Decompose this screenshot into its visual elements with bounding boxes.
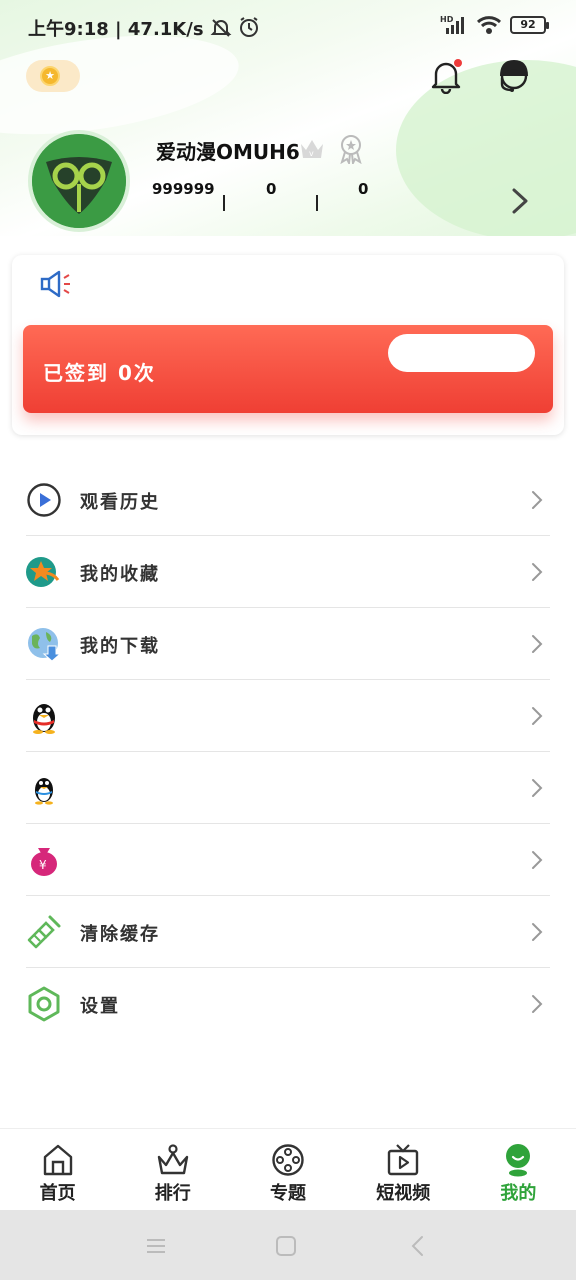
menu-item-label: 清除缓存 — [80, 924, 160, 945]
stat-value-2: 0 — [266, 180, 277, 198]
medal-icon[interactable] — [338, 134, 364, 164]
svg-text:¥: ¥ — [39, 858, 47, 872]
menu-item-downloads[interactable]: 我的下载 — [26, 608, 550, 680]
svg-text:v: v — [309, 149, 314, 158]
menu-item-qq-2[interactable] — [26, 752, 550, 824]
tab-short-video[interactable]: 短视频 — [346, 1129, 461, 1210]
chevron-right-icon — [532, 707, 543, 725]
chevron-right-icon — [532, 491, 543, 509]
avatar[interactable] — [28, 130, 130, 232]
tab-label: 我的 — [500, 1183, 537, 1204]
coin-button[interactable]: ★ — [26, 60, 80, 92]
star-icon — [26, 557, 60, 587]
film-reel-icon — [272, 1144, 304, 1176]
menu-item-label: 观看历史 — [80, 492, 160, 513]
system-nav-bar — [0, 1210, 576, 1280]
alarm-icon — [240, 17, 259, 37]
signin-card: 已签到 0次 — [12, 255, 564, 435]
chevron-right-icon — [532, 563, 543, 581]
broom-icon — [27, 915, 61, 949]
avatar-image — [32, 134, 126, 228]
settings-icon — [28, 986, 60, 1022]
menu-item-history[interactable]: 观看历史 — [26, 464, 550, 536]
menu-item-label: 我的收藏 — [80, 564, 160, 585]
download-globe-icon — [28, 628, 62, 662]
bell-icon[interactable] — [428, 58, 464, 94]
coin-icon: ★ — [40, 66, 60, 86]
stat-value-3: 0 — [358, 180, 369, 198]
wifi-icon — [476, 16, 502, 34]
tab-mine[interactable]: 我的 — [461, 1129, 576, 1210]
home-icon — [43, 1144, 72, 1176]
stat-divider — [316, 195, 318, 211]
qq-penguin-small-icon — [35, 778, 53, 805]
tab-label: 专题 — [270, 1183, 306, 1204]
chevron-right-icon — [532, 851, 543, 869]
chevron-right-icon — [532, 995, 543, 1013]
status-icons: HD 92 — [440, 14, 549, 36]
signal-icon: HD — [440, 15, 464, 34]
profile-arrow-icon[interactable] — [508, 186, 532, 216]
signin-bar: 已签到 0次 — [23, 325, 553, 413]
tab-label: 排行 — [154, 1183, 191, 1204]
back-icon[interactable] — [406, 1234, 430, 1258]
qq-penguin-icon — [33, 704, 55, 734]
menu-item-label: 设置 — [80, 996, 120, 1017]
home-square-icon[interactable] — [274, 1234, 298, 1258]
svg-text:HD: HD — [440, 15, 454, 24]
menu-item-favorites[interactable]: 我的收藏 — [26, 536, 550, 608]
menu-item-settings[interactable]: 设置 — [26, 968, 550, 1040]
ranking-icon — [157, 1144, 188, 1175]
stat-value-1: 999999 — [152, 180, 215, 198]
signin-count-text: 已签到 0次 — [43, 361, 156, 385]
tab-ranking[interactable]: 排行 — [115, 1129, 230, 1210]
username: 爱动漫OMUH6 — [156, 140, 300, 164]
tv-play-icon — [388, 1144, 419, 1176]
speaker-icon — [40, 270, 70, 298]
customer-service-icon[interactable] — [494, 56, 534, 96]
status-time: 上午9:18 | 47.1K/s — [28, 15, 260, 41]
menu-item-clear-cache[interactable]: 清除缓存 — [26, 896, 550, 968]
menu-list: 观看历史 我的收藏 我的下载 ¥ 清除缓存 设置 — [26, 464, 550, 1040]
battery-indicator: 92 — [510, 16, 549, 34]
menu-item-label: 我的下载 — [80, 636, 160, 657]
menu-lines-icon[interactable] — [144, 1234, 168, 1258]
bottom-tab-bar: 首页 排行 专题 短视频 我的 — [0, 1128, 576, 1210]
tab-label: 首页 — [39, 1183, 76, 1204]
money-bag-icon: ¥ — [31, 848, 57, 876]
vip-crown-icon[interactable]: v — [298, 136, 326, 162]
chevron-right-icon — [532, 779, 543, 797]
chevron-right-icon — [532, 635, 543, 653]
menu-item-qq-1[interactable] — [26, 680, 550, 752]
mute-bell-icon — [210, 19, 232, 37]
signin-button[interactable] — [388, 334, 535, 372]
tab-topics[interactable]: 专题 — [230, 1129, 345, 1210]
profile-icon — [506, 1144, 531, 1177]
stat-divider — [223, 195, 225, 211]
tab-home[interactable]: 首页 — [0, 1129, 115, 1210]
chevron-right-icon — [532, 923, 543, 941]
tab-label: 短视频 — [376, 1183, 431, 1204]
menu-item-wallet[interactable]: ¥ — [26, 824, 550, 896]
status-bar: 上午9:18 | 47.1K/s HD 92 — [0, 0, 576, 56]
play-circle-icon — [27, 483, 61, 517]
